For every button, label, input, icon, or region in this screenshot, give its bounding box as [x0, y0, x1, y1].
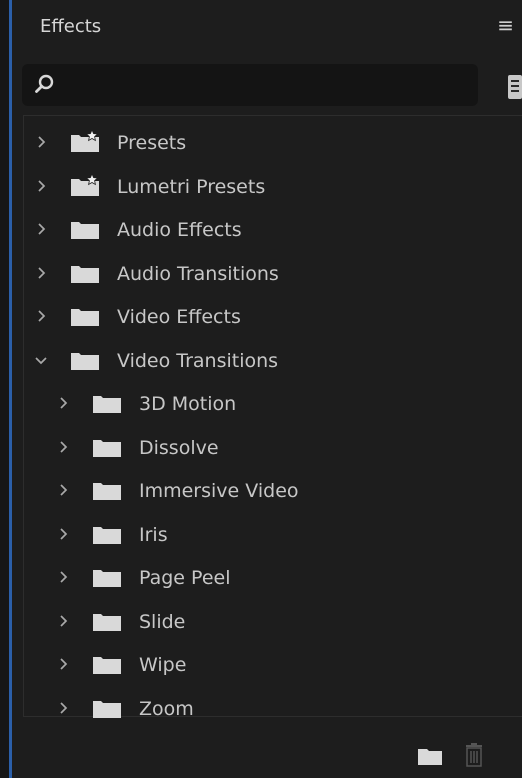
tree-item-dissolve[interactable]: Dissolve	[24, 426, 522, 469]
chevron-right-icon[interactable]	[56, 527, 70, 541]
tree-item-audio-effects[interactable]: Audio Effects	[24, 208, 522, 251]
chevron-right-icon[interactable]	[56, 440, 70, 454]
tree-item-presets[interactable]: Presets	[24, 121, 522, 164]
side-panel-icon[interactable]	[504, 74, 522, 100]
folder-icon	[93, 396, 121, 413]
chevron-right-icon[interactable]	[56, 657, 70, 671]
tree-item-label: Wipe	[139, 654, 187, 676]
tree-item-video-transitions[interactable]: Video Transitions	[24, 339, 522, 382]
tree-item-label: Slide	[139, 610, 186, 633]
folder-icon	[71, 265, 99, 283]
search-bar[interactable]	[22, 64, 478, 106]
chevron-right-icon[interactable]	[56, 396, 70, 410]
chevron-right-icon[interactable]	[56, 701, 70, 715]
chevron-right-icon[interactable]	[56, 614, 70, 628]
chevron-right-icon[interactable]	[34, 179, 48, 193]
folder-icon	[93, 570, 121, 587]
search-input[interactable]	[64, 72, 468, 100]
preset-folder-icon	[71, 173, 99, 196]
effects-tree: Presets Lumetri Presets Audio Effects Audio…	[23, 115, 522, 720]
folder-icon	[93, 613, 121, 631]
folder-icon	[71, 309, 99, 326]
chevron-right-icon[interactable]	[56, 483, 70, 497]
tree-item-iris[interactable]: Iris	[24, 513, 522, 556]
panel-header: Effects ≡	[12, 0, 522, 58]
folder-icon	[93, 483, 121, 500]
tree-item-lumetri-presets[interactable]: Lumetri Presets	[24, 165, 522, 208]
folder-icon	[71, 222, 99, 239]
tree-item-label: Dissolve	[139, 436, 219, 459]
search-icon	[35, 74, 54, 93]
chevron-right-icon[interactable]	[34, 309, 48, 323]
chevron-down-icon[interactable]	[34, 353, 48, 367]
panel-footer	[12, 718, 522, 778]
tree-item-slide[interactable]: Slide	[24, 600, 522, 643]
tree-item-label: Page Peel	[139, 567, 231, 589]
panel-left-edge	[0, 0, 12, 778]
folder-icon	[93, 439, 121, 457]
tree-item-label: Zoom	[139, 697, 194, 720]
tree-item-label: Immersive Video	[139, 480, 299, 502]
preset-folder-icon	[71, 130, 99, 152]
panel-menu-icon[interactable]: ≡	[497, 15, 514, 35]
tree-item-audio-transitions[interactable]: Audio Transitions	[24, 252, 522, 295]
folder-icon	[93, 526, 121, 544]
tree-item-label: 3D Motion	[139, 393, 237, 415]
folder-icon	[93, 657, 121, 674]
tree-item-label: Lumetri Presets	[117, 175, 266, 198]
chevron-right-icon[interactable]	[34, 135, 48, 149]
folder-icon	[93, 700, 121, 718]
tree-item-label: Audio Transitions	[117, 262, 279, 285]
tree-item-label: Audio Effects	[117, 219, 242, 241]
tree-item-wipe[interactable]: Wipe	[24, 643, 522, 686]
tree-item-label: Presets	[117, 132, 187, 154]
chevron-right-icon[interactable]	[34, 222, 48, 236]
chevron-right-icon[interactable]	[56, 570, 70, 584]
tree-item-3d-motion[interactable]: 3D Motion	[24, 382, 522, 425]
panel-title: Effects	[40, 16, 102, 37]
folder-icon	[71, 352, 99, 370]
tree-item-page-peel[interactable]: Page Peel	[24, 556, 522, 599]
trash-icon[interactable]	[464, 743, 484, 768]
tree-item-video-effects[interactable]: Video Effects	[24, 295, 522, 338]
tree-item-label: Video Effects	[117, 306, 241, 328]
chevron-right-icon[interactable]	[34, 266, 48, 280]
tree-item-label: Video Transitions	[117, 349, 279, 372]
new-bin-icon[interactable]	[417, 746, 443, 766]
tree-item-immersive-video[interactable]: Immersive Video	[24, 469, 522, 512]
tree-item-label: Iris	[139, 523, 168, 546]
